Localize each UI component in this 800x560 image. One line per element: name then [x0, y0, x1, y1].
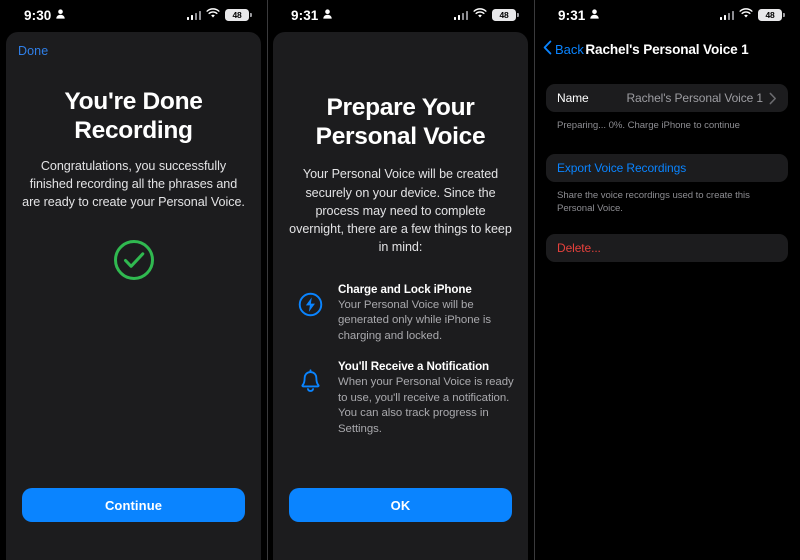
- battery-percent: 48: [499, 10, 509, 20]
- modal-sheet: Prepare Your Personal Voice Your Persona…: [273, 32, 528, 560]
- list-item-description: Your Personal Voice will be generated on…: [338, 298, 492, 342]
- battery-indicator: 48: [225, 8, 252, 22]
- name-row[interactable]: Name Rachel's Personal Voice 1: [546, 84, 788, 112]
- chevron-left-icon: [543, 40, 552, 58]
- check-circle-icon: [112, 238, 156, 287]
- panel-divider-2: [534, 0, 535, 560]
- delete-label: Delete...: [557, 240, 601, 255]
- page-subtitle: Congratulations, you successfully finish…: [22, 159, 245, 210]
- cellular-signal-icon: [186, 10, 201, 20]
- modal-sheet: Done You're Done Recording Congratulatio…: [6, 32, 261, 560]
- status-bar: 9:31 48: [534, 0, 800, 30]
- done-recording-footer: Continue: [22, 488, 245, 522]
- panel-voice-detail: 9:31 48 Back Rachel's Personal Voice 1 N…: [534, 0, 800, 560]
- continue-button[interactable]: Continue: [22, 488, 245, 522]
- battery-percent: 48: [765, 10, 775, 20]
- ok-button[interactable]: OK: [289, 488, 512, 522]
- list-item-heading: Charge and Lock iPhone: [338, 282, 472, 296]
- export-footnote: Share the voice recordings used to creat…: [557, 190, 750, 215]
- person-icon: [590, 6, 600, 24]
- list-item-text: Charge and Lock iPhone Your Personal Voi…: [338, 283, 514, 345]
- three-panel-screenshot: 9:30 48 Done You're Done Recording Congr…: [0, 0, 800, 560]
- list-item: Charge and Lock iPhone Your Personal Voi…: [295, 283, 514, 345]
- status-bar: 9:31 48: [267, 0, 534, 30]
- battery-percent: 48: [232, 10, 242, 20]
- status-bar-right: 48: [719, 6, 785, 24]
- status-bar-right: 48: [186, 6, 252, 24]
- status-footnote: Preparing... 0%. Charge iPhone to contin…: [557, 120, 740, 131]
- status-bar-time: 9:30: [24, 7, 52, 23]
- prepare-content: Prepare Your Personal Voice Your Persona…: [273, 94, 528, 453]
- wifi-icon: [473, 6, 487, 24]
- status-bar-left: 9:31: [291, 6, 333, 24]
- export-voice-recordings-row[interactable]: Export Voice Recordings: [546, 154, 788, 183]
- bolt-circle-icon: [295, 283, 325, 317]
- list-item: You'll Receive a Notification When your …: [295, 360, 514, 437]
- status-bar: 9:30 48: [0, 0, 267, 30]
- page-title: Prepare Your Personal Voice: [315, 94, 486, 150]
- done-recording-content: You're Done Recording Congratulations, y…: [6, 88, 261, 287]
- bell-icon: [295, 360, 325, 395]
- status-bar-time: 9:31: [558, 7, 586, 23]
- list-item-heading: You'll Receive a Notification: [338, 360, 490, 374]
- status-bar-right: 48: [453, 6, 519, 24]
- chevron-right-icon: [769, 92, 777, 105]
- export-voice-recordings-label: Export Voice Recordings: [557, 161, 687, 176]
- back-button[interactable]: Back: [543, 40, 584, 58]
- page-title: You're Done Recording: [64, 88, 203, 144]
- panel-done-recording: 9:30 48 Done You're Done Recording Congr…: [0, 0, 267, 560]
- name-row-value: Rachel's Personal Voice 1: [626, 91, 763, 105]
- prepare-footer: OK: [289, 488, 512, 522]
- person-icon: [56, 6, 66, 24]
- navigation-bar: Back Rachel's Personal Voice 1: [534, 32, 800, 66]
- done-button[interactable]: Done: [18, 44, 48, 58]
- person-icon: [323, 6, 333, 24]
- cellular-signal-icon: [453, 10, 468, 20]
- name-row-label: Name: [557, 91, 589, 105]
- back-button-label: Back: [555, 41, 584, 57]
- success-indicator: [22, 238, 245, 287]
- status-bar-left: 9:31: [558, 6, 600, 24]
- wifi-icon: [206, 6, 220, 24]
- info-bullet-list: Charge and Lock iPhone Your Personal Voi…: [287, 283, 514, 438]
- status-bar-time: 9:31: [291, 7, 319, 23]
- status-bar-left: 9:30: [24, 6, 66, 24]
- list-item-description: When your Personal Voice is ready to use…: [338, 376, 514, 435]
- cellular-signal-icon: [719, 10, 734, 20]
- page-paragraph: Your Personal Voice will be created secu…: [289, 167, 512, 255]
- list-item-text: You'll Receive a Notification When your …: [338, 360, 514, 437]
- battery-indicator: 48: [492, 8, 519, 22]
- panel-prepare-personal-voice: 9:31 48 Prepare Your Personal Voice Your…: [267, 0, 534, 560]
- panel-divider-1: [267, 0, 268, 560]
- detail-content: Name Rachel's Personal Voice 1 Preparing…: [534, 84, 800, 262]
- battery-indicator: 48: [758, 8, 785, 22]
- wifi-icon: [739, 6, 753, 24]
- delete-row[interactable]: Delete...: [546, 233, 788, 262]
